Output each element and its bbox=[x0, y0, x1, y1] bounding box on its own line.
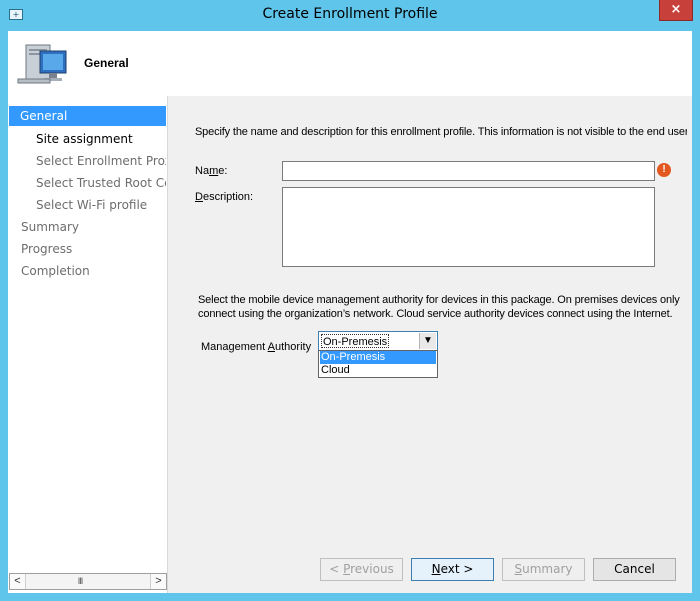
nav-item-progress[interactable]: Progress bbox=[9, 239, 166, 259]
wizard-steps-nav: General Site assignment Select Enrollmen… bbox=[8, 96, 168, 593]
wizard-button-bar: < Previous Next > Summary Cancel bbox=[169, 534, 692, 593]
nav-item-wifi-profile[interactable]: Select Wi-Fi profile bbox=[9, 195, 166, 215]
nav-item-trusted-root-cert[interactable]: Select Trusted Root Certi bbox=[9, 173, 166, 193]
management-authority-value: On-Premesis bbox=[321, 334, 390, 348]
management-authority-label: Management Authority bbox=[201, 341, 312, 353]
dropdown-option-cloud[interactable]: Cloud bbox=[320, 364, 436, 377]
description-field[interactable] bbox=[282, 187, 655, 267]
error-icon: ! bbox=[657, 163, 671, 177]
management-authority-select[interactable]: On-Premesis ▼ bbox=[318, 331, 438, 351]
name-label: Name: bbox=[195, 165, 228, 177]
summary-button[interactable]: Summary bbox=[502, 558, 585, 581]
wizard-content: Specify the name and description for thi… bbox=[169, 96, 692, 534]
chevron-down-icon[interactable]: ▼ bbox=[419, 333, 436, 349]
nav-item-completion[interactable]: Completion bbox=[9, 261, 166, 281]
intro-text: Specify the name and description for thi… bbox=[195, 126, 687, 138]
scroll-right-icon[interactable]: > bbox=[150, 574, 166, 589]
page-title: General bbox=[84, 56, 129, 70]
dropdown-option-on-premesis[interactable]: On-Premesis bbox=[320, 351, 436, 364]
description-label: Description: bbox=[195, 191, 254, 203]
nav-item-site-assignment[interactable]: Site assignment bbox=[9, 129, 166, 149]
name-field[interactable] bbox=[282, 161, 655, 181]
next-button[interactable]: Next > bbox=[411, 558, 494, 581]
wizard-header: General bbox=[8, 31, 692, 96]
close-button[interactable]: × bbox=[659, 0, 693, 21]
computer-wizard-icon bbox=[17, 44, 67, 84]
previous-button[interactable]: < Previous bbox=[320, 558, 403, 581]
nav-item-summary[interactable]: Summary bbox=[9, 217, 166, 237]
management-authority-dropdown: On-Premesis Cloud bbox=[318, 350, 438, 378]
wizard-window: + Create Enrollment Profile × General Ge… bbox=[0, 0, 700, 601]
scroll-left-icon[interactable]: < bbox=[10, 574, 26, 589]
cancel-button[interactable]: Cancel bbox=[593, 558, 676, 581]
nav-horizontal-scrollbar[interactable]: < III > bbox=[9, 573, 167, 590]
nav-item-enrollment-proxy[interactable]: Select Enrollment Proxy P bbox=[9, 151, 166, 171]
scroll-thumb-grip-icon[interactable]: III bbox=[70, 574, 90, 589]
title-bar[interactable]: + Create Enrollment Profile × bbox=[0, 0, 700, 30]
window-title: Create Enrollment Profile bbox=[262, 6, 438, 22]
wizard-client-area: General General Site assignment Select E… bbox=[8, 31, 692, 593]
nav-item-general[interactable]: General bbox=[9, 106, 166, 126]
mdm-authority-text: Select the mobile device management auth… bbox=[198, 294, 680, 320]
